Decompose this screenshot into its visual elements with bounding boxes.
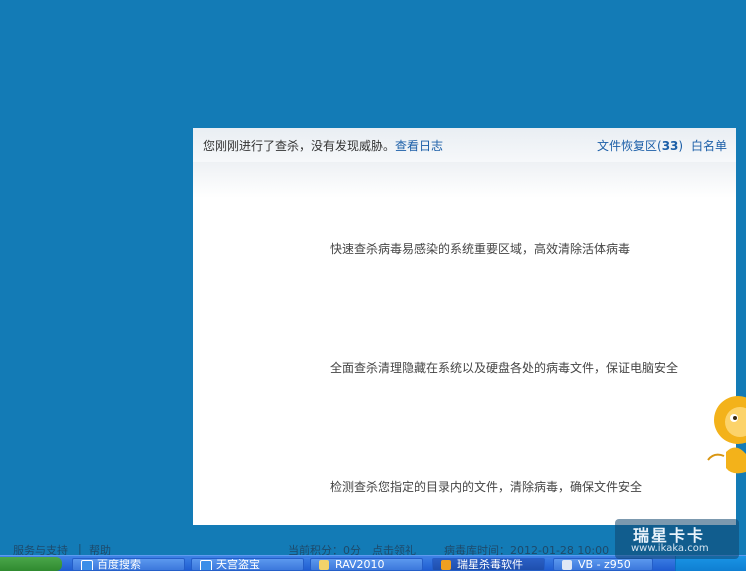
lion-mascot-icon[interactable]	[706, 392, 746, 476]
taskbar-item-label: 瑞星杀毒软件	[457, 558, 523, 571]
ie-icon	[200, 560, 212, 570]
panel-header-fade	[193, 162, 736, 198]
taskbar-item-baidu[interactable]: 百度搜索	[72, 558, 185, 571]
start-button[interactable]	[0, 557, 62, 571]
whitelist-link[interactable]: 白名单	[691, 137, 727, 154]
watermark-url: www.ikaka.com	[631, 543, 709, 554]
taskbar-item-rising[interactable]: 瑞星杀毒软件	[432, 558, 545, 571]
scan-status-line: 您刚刚进行了查杀，没有发现威胁。查看日志	[203, 137, 443, 154]
taskbar-item-label: VB - z950	[578, 558, 631, 571]
full-scan-description: 全面查杀清理隐藏在系统以及硬盘各处的病毒文件，保证电脑安全	[330, 361, 679, 375]
scan-message: 您刚刚进行了查杀，没有发现威胁。	[203, 139, 396, 153]
scan-result-panel: 您刚刚进行了查杀，没有发现威胁。查看日志 文件恢复区(33) 白名单 快速查杀病…	[193, 128, 736, 525]
folder-icon	[319, 560, 329, 570]
taskbar-item-tiangong[interactable]: 天宫盗宝	[191, 558, 304, 571]
taskbar-item-label: 百度搜索	[97, 558, 141, 571]
rising-icon	[441, 560, 451, 570]
ikaka-watermark: 瑞星卡卡 www.ikaka.com	[615, 519, 739, 559]
view-log-link[interactable]: 查看日志	[395, 139, 443, 153]
ie-icon	[81, 560, 93, 570]
taskbar-item-rav2010[interactable]: RAV2010	[310, 558, 423, 571]
taskbar-item-vb[interactable]: VB - z950	[553, 558, 653, 571]
quick-scan-description: 快速查杀病毒易感染的系统重要区域，高效清除活体病毒	[330, 242, 631, 256]
footer-separator: |	[78, 542, 82, 555]
file-recovery-link[interactable]: 文件恢复区(33)	[597, 137, 683, 154]
taskbar-item-label: 天宫盗宝	[216, 558, 260, 571]
recovery-count: 33	[661, 139, 679, 153]
recovery-close-paren: )	[678, 139, 684, 153]
taskbar-item-label: RAV2010	[335, 558, 385, 571]
app-icon	[562, 560, 572, 570]
custom-scan-description: 检测查杀您指定的目录内的文件，清除病毒，确保文件安全	[330, 480, 643, 494]
file-recovery-label: 文件恢复区	[597, 139, 658, 153]
